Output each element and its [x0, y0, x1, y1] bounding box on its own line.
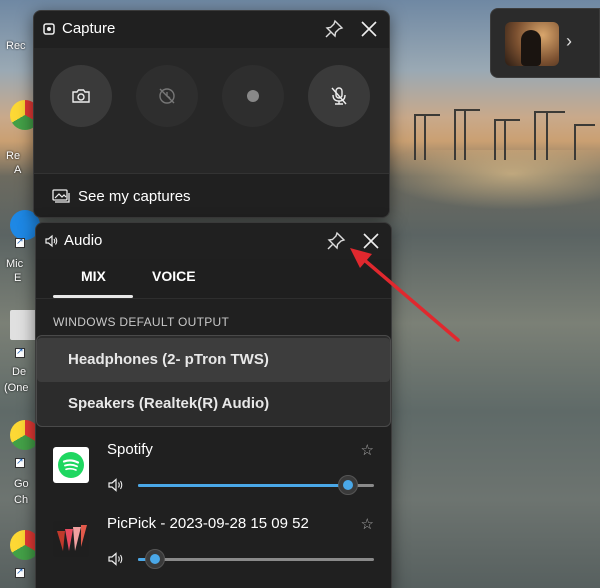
volume-slider[interactable]: [138, 475, 374, 495]
screenshot-button[interactable]: [50, 65, 112, 127]
desktop-label: Go: [14, 478, 29, 490]
output-device-speakers[interactable]: Speakers (Realtek(R) Audio): [37, 382, 390, 426]
mic-off-icon: [331, 87, 347, 105]
speaker-icon: [45, 234, 58, 248]
recent-capture-widget[interactable]: ›: [490, 8, 600, 78]
see-my-captures-link[interactable]: See my captures: [34, 173, 389, 219]
desktop-label: A: [14, 164, 22, 176]
pin-icon[interactable]: [325, 230, 347, 252]
capture-widget: Capture See my captures: [33, 10, 390, 218]
desktop-label: De: [12, 366, 27, 378]
app-volume-row-picpick: PicPick - 2023-09-28 15 09 52 ☆: [36, 507, 391, 585]
shortcut-arrow-icon: [15, 456, 25, 468]
tab-mix[interactable]: MIX: [81, 268, 106, 284]
shortcut-arrow-icon: [15, 236, 25, 248]
recent-capture-thumbnail[interactable]: [505, 22, 559, 66]
output-device-list: Headphones (2- pTron TWS) Speakers (Real…: [36, 335, 391, 427]
capture-titlebar[interactable]: Capture: [34, 11, 389, 47]
see-my-captures-label: See my captures: [78, 188, 191, 205]
desktop-label: Mic: [6, 258, 24, 270]
tab-voice[interactable]: VOICE: [152, 268, 196, 284]
record-last-button[interactable]: [136, 65, 198, 127]
audio-tabs: MIX VOICE: [36, 259, 391, 299]
start-recording-button[interactable]: [222, 65, 284, 127]
desktop-label: E: [14, 272, 22, 284]
favorite-star-icon[interactable]: ☆: [361, 515, 374, 533]
output-device-headphones[interactable]: Headphones (2- pTron TWS): [37, 338, 390, 382]
desktop-label: Ch: [14, 494, 29, 506]
shortcut-arrow-icon: [15, 566, 25, 578]
wallpaper-port-cranes: [414, 109, 595, 160]
picpick-logo: [53, 521, 89, 557]
volume-slider-thumb[interactable]: [144, 549, 165, 569]
volume-icon[interactable]: [107, 477, 125, 493]
volume-icon[interactable]: [107, 551, 125, 567]
audio-title: Audio: [64, 232, 103, 249]
gallery-icon: [52, 189, 70, 203]
capture-widget-icon: [43, 23, 55, 35]
history-disabled-icon: [159, 88, 175, 104]
record-dot-icon: [247, 90, 259, 102]
active-tab-indicator: [53, 295, 133, 298]
desktop-label: Re: [6, 150, 21, 162]
audio-widget: Audio MIX VOICE WINDOWS DEFAULT OUTPUT H…: [35, 222, 392, 588]
desktop-label: (One: [4, 382, 29, 394]
default-output-heading: WINDOWS DEFAULT OUTPUT: [53, 315, 230, 329]
audio-titlebar[interactable]: Audio: [36, 223, 391, 259]
volume-slider-fill: [138, 484, 349, 487]
volume-slider-thumb[interactable]: [338, 475, 359, 495]
desktop-label: Rec: [6, 40, 26, 52]
volume-slider[interactable]: [138, 549, 374, 569]
camera-icon: [72, 89, 90, 103]
chevron-right-icon[interactable]: ›: [566, 31, 572, 52]
shortcut-arrow-icon: [15, 346, 25, 358]
app-name: Spotify: [107, 441, 153, 458]
spotify-logo: [53, 447, 89, 483]
app-volume-row-spotify: Spotify ☆: [36, 433, 391, 511]
pin-icon[interactable]: [323, 18, 345, 40]
app-name: PicPick - 2023-09-28 15 09 52: [107, 515, 309, 532]
close-icon[interactable]: [359, 229, 383, 253]
favorite-star-icon[interactable]: ☆: [361, 441, 374, 459]
capture-buttons-area: [34, 48, 389, 173]
microphone-button[interactable]: [308, 65, 370, 127]
capture-title: Capture: [62, 20, 116, 37]
close-icon[interactable]: [357, 17, 381, 41]
